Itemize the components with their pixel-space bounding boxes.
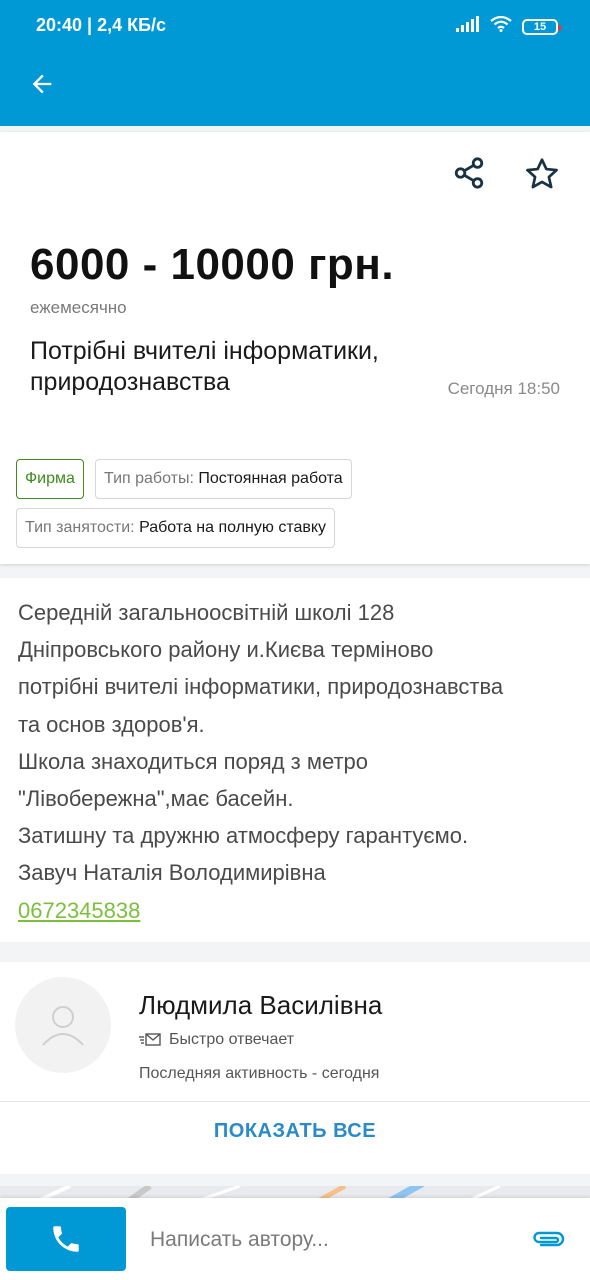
posted-date: Сегодня 18:50 — [447, 379, 560, 398]
message-input[interactable] — [150, 1225, 500, 1255]
price-period: ежемесячно — [30, 298, 127, 317]
attach-button[interactable] — [528, 1222, 568, 1258]
star-outline-icon — [526, 158, 558, 189]
description-line: Середній загальноосвітній школі 128 — [18, 600, 395, 625]
battery-icon: 15 — [522, 18, 561, 35]
description-line: та основ здоров'я. — [18, 711, 205, 737]
fast-reply-badge: Быстро отвечает — [139, 1031, 294, 1049]
avatar[interactable] — [15, 977, 111, 1073]
description: Середній загальноосвітній школі 128 Дніп… — [18, 594, 574, 929]
status-bar: 20:40 | 2,4 КБ/с 15 — [0, 0, 590, 42]
wifi-icon — [490, 15, 512, 37]
share-icon — [454, 157, 484, 189]
fast-reply-label: Быстро отвечает — [169, 1031, 295, 1048]
description-line: Затишну та дружню атмосферу гарантуємо. — [18, 823, 469, 849]
back-button[interactable] — [22, 64, 62, 104]
tag-work-type-label: Тип работы: — [104, 470, 194, 487]
tag-employment-label: Тип занятости: — [25, 519, 135, 536]
user-placeholder-icon — [42, 1006, 84, 1046]
show-all-button[interactable]: ПОКАЗАТЬ ВСЕ — [0, 1120, 590, 1143]
message-icon — [139, 1033, 161, 1046]
favorite-button[interactable] — [520, 152, 564, 196]
tag-work-type: Тип работы: Постоянная работа — [95, 459, 352, 499]
job-title: Потрібні вчителі інформатики, природозна… — [30, 337, 379, 396]
description-line: Школа знаходиться поряд з метро — [18, 748, 369, 774]
tag-employment-value: Работа на полную ставку — [139, 519, 327, 536]
description-line: Завуч Наталія Володимирівна — [18, 860, 326, 886]
tag-firm: Фирма — [16, 459, 84, 499]
arrow-back-icon — [32, 74, 52, 94]
divider — [0, 1101, 590, 1102]
status-icons: 15 — [456, 15, 561, 37]
author-name[interactable]: Людмила Василівна — [139, 990, 382, 1021]
description-line: Дніпровського району и.Києва терміново — [18, 637, 434, 663]
app-bar — [0, 42, 590, 126]
phone-link[interactable]: 0672345838 — [18, 892, 574, 929]
call-button[interactable] — [6, 1207, 126, 1271]
share-button[interactable] — [448, 152, 490, 194]
last-activity: Последняя активность - сегодня — [139, 1065, 380, 1082]
tag-employment: Тип занятости: Работа на полную ставку — [16, 508, 336, 548]
paperclip-icon — [533, 1231, 565, 1247]
phone-icon — [53, 1226, 79, 1252]
signal-icon — [456, 16, 480, 37]
description-line: потрібні вчителі інформатики, природозна… — [18, 674, 504, 700]
price: 6000 - 10000 грн. — [30, 240, 395, 289]
description-line: "Лівобережна",має басейн. — [18, 786, 294, 812]
status-time: 20:40 | 2,4 КБ/с — [36, 15, 167, 35]
tag-work-type-value: Постоянная работа — [198, 470, 343, 487]
